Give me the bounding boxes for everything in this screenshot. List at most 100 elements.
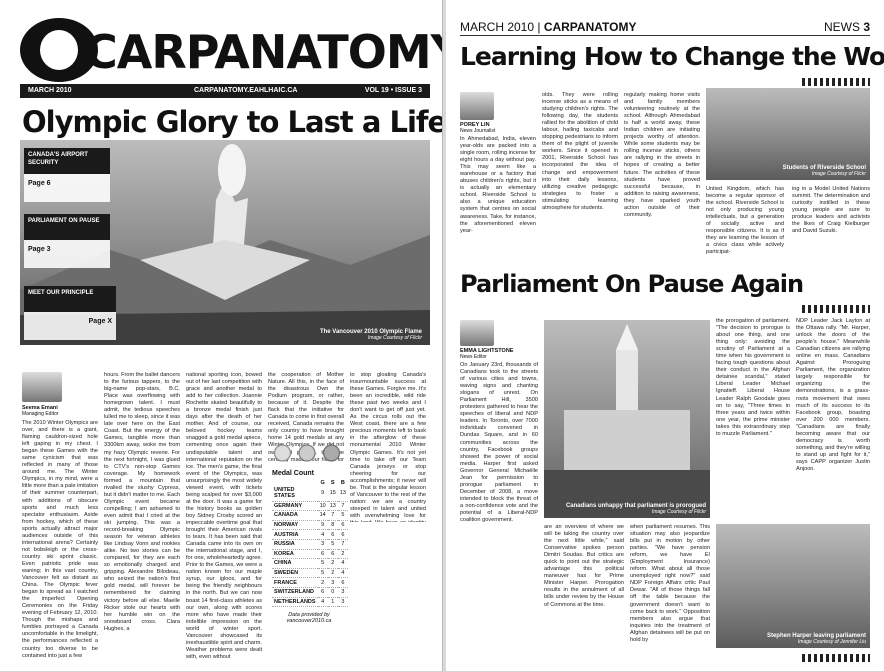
page-number: 3 xyxy=(863,20,870,34)
medal-count: 3 xyxy=(317,539,328,550)
medal-count: 7 xyxy=(327,510,338,521)
author2-byline: EMMA LIGHTSTONE News Editor xyxy=(460,348,513,360)
teaser-airport-title: CANADA'S AIRPORT SECURITY xyxy=(24,148,110,174)
chevron-divider-3-icon xyxy=(802,654,870,662)
photo2-caption-credit: Image Courtesy of Flickr xyxy=(651,509,706,515)
medal-country: SWEDEN xyxy=(272,568,318,579)
masthead-name: CARPANATOMY xyxy=(84,25,443,79)
medal-count: 2 xyxy=(327,558,338,569)
issue-bar: MARCH 2010 CARPANATOMY.EAHLHAIC.CA VOL 1… xyxy=(20,84,430,98)
medal-country: SWITZERLAND xyxy=(272,587,318,598)
medal-country: NORWAY xyxy=(272,520,318,531)
medal-count: 7 xyxy=(337,501,348,512)
medal-row: FRANCE 2 3 6 xyxy=(272,577,348,588)
author1-role: News Journalist xyxy=(460,128,496,134)
photo2-caption: Canadians unhappy that parliament is pro… xyxy=(566,503,706,515)
medal-count: 7 xyxy=(337,539,348,550)
author-role: Managing Editor xyxy=(22,411,59,417)
author2-role: News Editor xyxy=(460,354,487,360)
story2-col-4: are an overview of where we will be taki… xyxy=(544,524,624,608)
medal-count: 2 xyxy=(317,577,328,588)
front-page: CARPANATOMY MARCH 2010 CARPANATOMY.EAHLH… xyxy=(0,0,443,671)
running-head-brand: CARPANATOMY xyxy=(543,20,637,34)
author1-byline: POREY LIN News Journalist xyxy=(460,122,495,134)
medal-count: 6 xyxy=(337,577,348,588)
story1-col-2: olds. They were rolling incense sticks a… xyxy=(542,92,618,211)
medal-row: KOREA 6 6 2 xyxy=(272,549,348,560)
headline-change-world: Learning How to Change the World xyxy=(460,42,884,71)
story2-col-1: On January 23rd, thousands of Canadians … xyxy=(460,362,538,524)
medal-count: 4 xyxy=(317,529,328,540)
medal-count: 6 xyxy=(317,587,328,598)
medal-country: KOREA xyxy=(272,549,318,560)
medal-country: RUSSIA xyxy=(272,539,318,550)
medal-count: 9 xyxy=(317,520,328,531)
medal-country: CHINA xyxy=(272,558,318,569)
chevron-divider-2-icon xyxy=(802,305,870,313)
medal-count: 1 xyxy=(327,597,338,608)
medal-country: UNITED STATES xyxy=(272,486,318,502)
front-story-col-2: hours. From the ballet dancers to the fu… xyxy=(104,372,180,632)
author1-avatar xyxy=(460,92,494,120)
harper-photo: Stephen Harper leaving parliament Image … xyxy=(716,524,870,648)
teaser-principle[interactable]: MEET OUR PRINCIPLE Page X xyxy=(24,286,116,340)
medal-count: 4 xyxy=(337,568,348,579)
medal-country: AUSTRIA xyxy=(272,529,318,540)
story2-col-5: when parliament resumes. This situation … xyxy=(630,524,710,643)
medal-country: NETHERLANDS xyxy=(272,597,318,608)
flame-caption-credit: Image Courtesy of Flickr xyxy=(367,335,422,341)
teaser-airport-page: Page 6 xyxy=(28,180,51,187)
author2-avatar xyxy=(460,320,494,346)
medal-count: 13 xyxy=(337,486,348,502)
medal-count: 10 xyxy=(317,501,328,512)
story1-col-1: In Ahmedabad, India, eleven year-olds ar… xyxy=(460,136,536,234)
teaser-parliament-title: PARLIAMENT ON PAUSE xyxy=(24,214,110,240)
chevron-divider-icon xyxy=(802,78,870,86)
photo3-caption-credit: Image Courtesy of Jennifer Liu xyxy=(797,639,866,645)
story2-col-3: NDP Leader Jack Layton at the Ottawa ral… xyxy=(796,318,870,472)
headline-parliament: Parliament On Pause Again xyxy=(460,270,804,298)
issue-site: CARPANATOMY.EAHLHAIC.CA xyxy=(194,87,298,94)
medal-count: 2 xyxy=(337,549,348,560)
author-avatar xyxy=(22,372,62,402)
riverside-school-photo: Students of Riverside School Image Court… xyxy=(706,88,870,180)
author-byline: Seema Emani Managing Editor xyxy=(22,405,58,417)
teaser-parliament[interactable]: PARLIAMENT ON PAUSE Page 3 xyxy=(24,214,110,268)
running-head-right: NEWS 3 xyxy=(824,20,870,34)
medal-count: 9 xyxy=(317,486,328,502)
medal-row: RUSSIA 3 5 7 xyxy=(272,539,348,550)
bronze-medal-icon xyxy=(321,432,343,462)
medal-count: 5 xyxy=(327,539,338,550)
medal-source: Data provided by vancouver2010.ca xyxy=(286,612,332,625)
medal-count: 5 xyxy=(317,568,328,579)
photo1-caption-credit: Image Courtesy of Flickr xyxy=(811,171,866,177)
medal-count: 8 xyxy=(327,520,338,531)
story1-col-4: United Kingdom, which has become a regul… xyxy=(706,186,784,254)
medal-count: 14 xyxy=(317,510,328,521)
photo3-caption: Stephen Harper leaving parliament Image … xyxy=(767,633,866,645)
medal-row: NORWAY 9 8 6 xyxy=(272,520,348,531)
medal-count: 6 xyxy=(327,529,338,540)
medal-country: CANADA xyxy=(272,510,318,521)
medal-images xyxy=(272,432,343,462)
medal-count: 3 xyxy=(337,597,348,608)
medal-count: 0 xyxy=(327,587,338,598)
medal-row: AUSTRIA 4 6 6 xyxy=(272,529,348,540)
front-story-col-5: to stop gloating Canada's insurmountable… xyxy=(350,372,426,522)
medal-count: 4 xyxy=(317,597,328,608)
masthead: CARPANATOMY xyxy=(20,18,442,82)
medal-count: 2 xyxy=(327,568,338,579)
medal-count: 5 xyxy=(317,558,328,569)
medal-country: FRANCE xyxy=(272,577,318,588)
teaser-airport[interactable]: CANADA'S AIRPORT SECURITY Page 6 xyxy=(24,148,110,202)
parliament-tower-icon xyxy=(544,324,710,518)
running-head-section: NEWS xyxy=(823,20,864,34)
flame-caption: The Vancouver 2010 Olympic Flame Image C… xyxy=(320,329,422,341)
story2-col-2: the prorogation of parliament. "The deci… xyxy=(716,318,790,437)
front-headline: Olympic Glory to Last a Lifetime xyxy=(22,105,443,139)
medal-country: GERMANY xyxy=(272,501,318,512)
medal-row: CHINA 5 2 4 xyxy=(272,558,348,569)
medal-count: 4 xyxy=(337,558,348,569)
medal-count: 6 xyxy=(327,549,338,560)
story1-col-5: ing in a Model United Nations summit. Th… xyxy=(792,186,870,235)
